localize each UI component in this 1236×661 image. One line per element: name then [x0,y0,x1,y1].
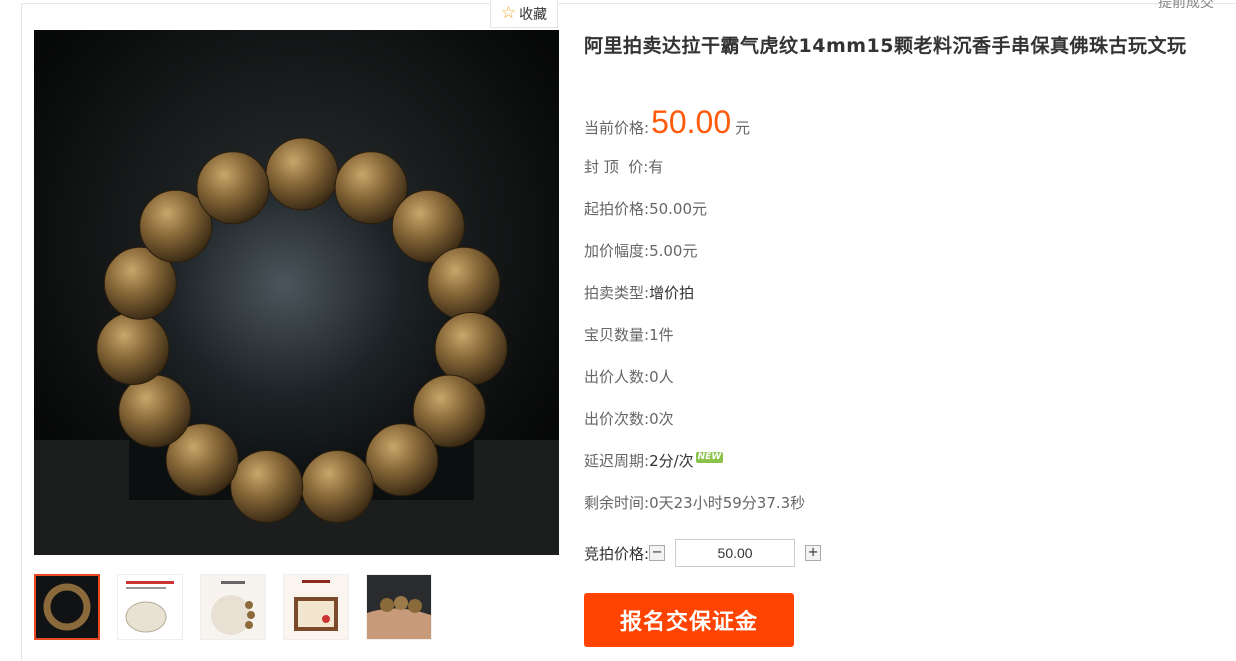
quantity-label: 宝贝数量: [584,326,650,344]
thumbnail-certificate[interactable] [283,574,349,640]
current-price-label: 当前价格: [584,119,650,137]
bid-count-value: 0次 [649,410,674,428]
auction-type-row: 拍卖类型:增价拍 [584,282,694,303]
bead [434,312,508,385]
remaining-time-label: 剩余时间: [584,494,650,512]
bidders-value: 0人 [649,368,674,386]
delay-value: 2分/次 [649,452,694,470]
decrease-bid-button[interactable]: − [649,545,666,561]
early-deal-label: 提前成交 [1158,0,1214,11]
remaining-time-value: 0天23小时59分37.3秒 [649,494,806,512]
bead [230,450,304,523]
remaining-time-row: 剩余时间:0天23小时59分37.3秒 [584,492,805,513]
favorite-label: 收藏 [519,6,548,23]
bid-price-label: 竞拍价格: [584,544,650,563]
current-price-row: 当前价格: 50.00 元 [584,104,750,141]
bead [196,151,270,225]
register-deposit-button[interactable]: 报名交保证金 [584,593,794,647]
quantity-row: 宝贝数量:1件 [584,324,674,345]
cap-price-value: 有 [648,158,664,176]
increment-value: 5.00元 [649,242,698,260]
bead [365,423,439,497]
thumbnail-wrist[interactable] [366,574,432,640]
thumbnail-beads[interactable] [200,574,266,640]
increment-label: 加价幅度: [584,242,650,260]
quantity-value: 1件 [649,326,674,344]
delay-row: 延迟周期:2分/次 NEW [584,450,724,471]
bid-price-row: 竞拍价格: − + [584,539,822,567]
increment-row: 加价幅度:5.00元 [584,240,697,261]
start-price-row: 起拍价格:50.00元 [584,198,707,219]
cap-price-row: 封 顶 价:有 [584,156,663,177]
current-price-value: 50.00 [651,104,732,140]
bid-count-row: 出价次数:0次 [584,408,674,429]
new-badge: NEW [695,452,724,463]
bead [300,450,374,523]
bead [265,137,339,211]
product-title: 阿里拍卖达拉干霸气虎纹14mm15颗老料沉香手串保真佛珠古玩文玩 [584,35,1187,57]
main-product-image [34,30,559,555]
star-icon: ☆ [500,3,517,23]
cap-price-label: 封 顶 价: [584,158,649,176]
current-price-unit: 元 [735,119,751,137]
bead [118,374,192,448]
increase-bid-button[interactable]: + [805,545,822,561]
bead [96,312,170,385]
bidders-label: 出价人数: [584,368,650,386]
auction-type-label: 拍卖类型: [584,284,650,302]
bidders-row: 出价人数:0人 [584,366,674,387]
delay-label: 延迟周期: [584,452,650,470]
bid-price-input[interactable] [675,539,796,567]
thumbnail-strip [34,574,432,640]
start-price-value: 50.00元 [649,200,708,218]
thumbnail-wood-sample[interactable] [117,574,183,640]
bid-count-label: 出价次数: [584,410,650,428]
favorite-button[interactable]: ☆ 收藏 [490,0,558,28]
thumbnail-bracelet[interactable] [34,574,100,640]
auction-type-value: 增价拍 [649,284,695,302]
start-price-label: 起拍价格: [584,200,650,218]
bead [427,246,501,320]
